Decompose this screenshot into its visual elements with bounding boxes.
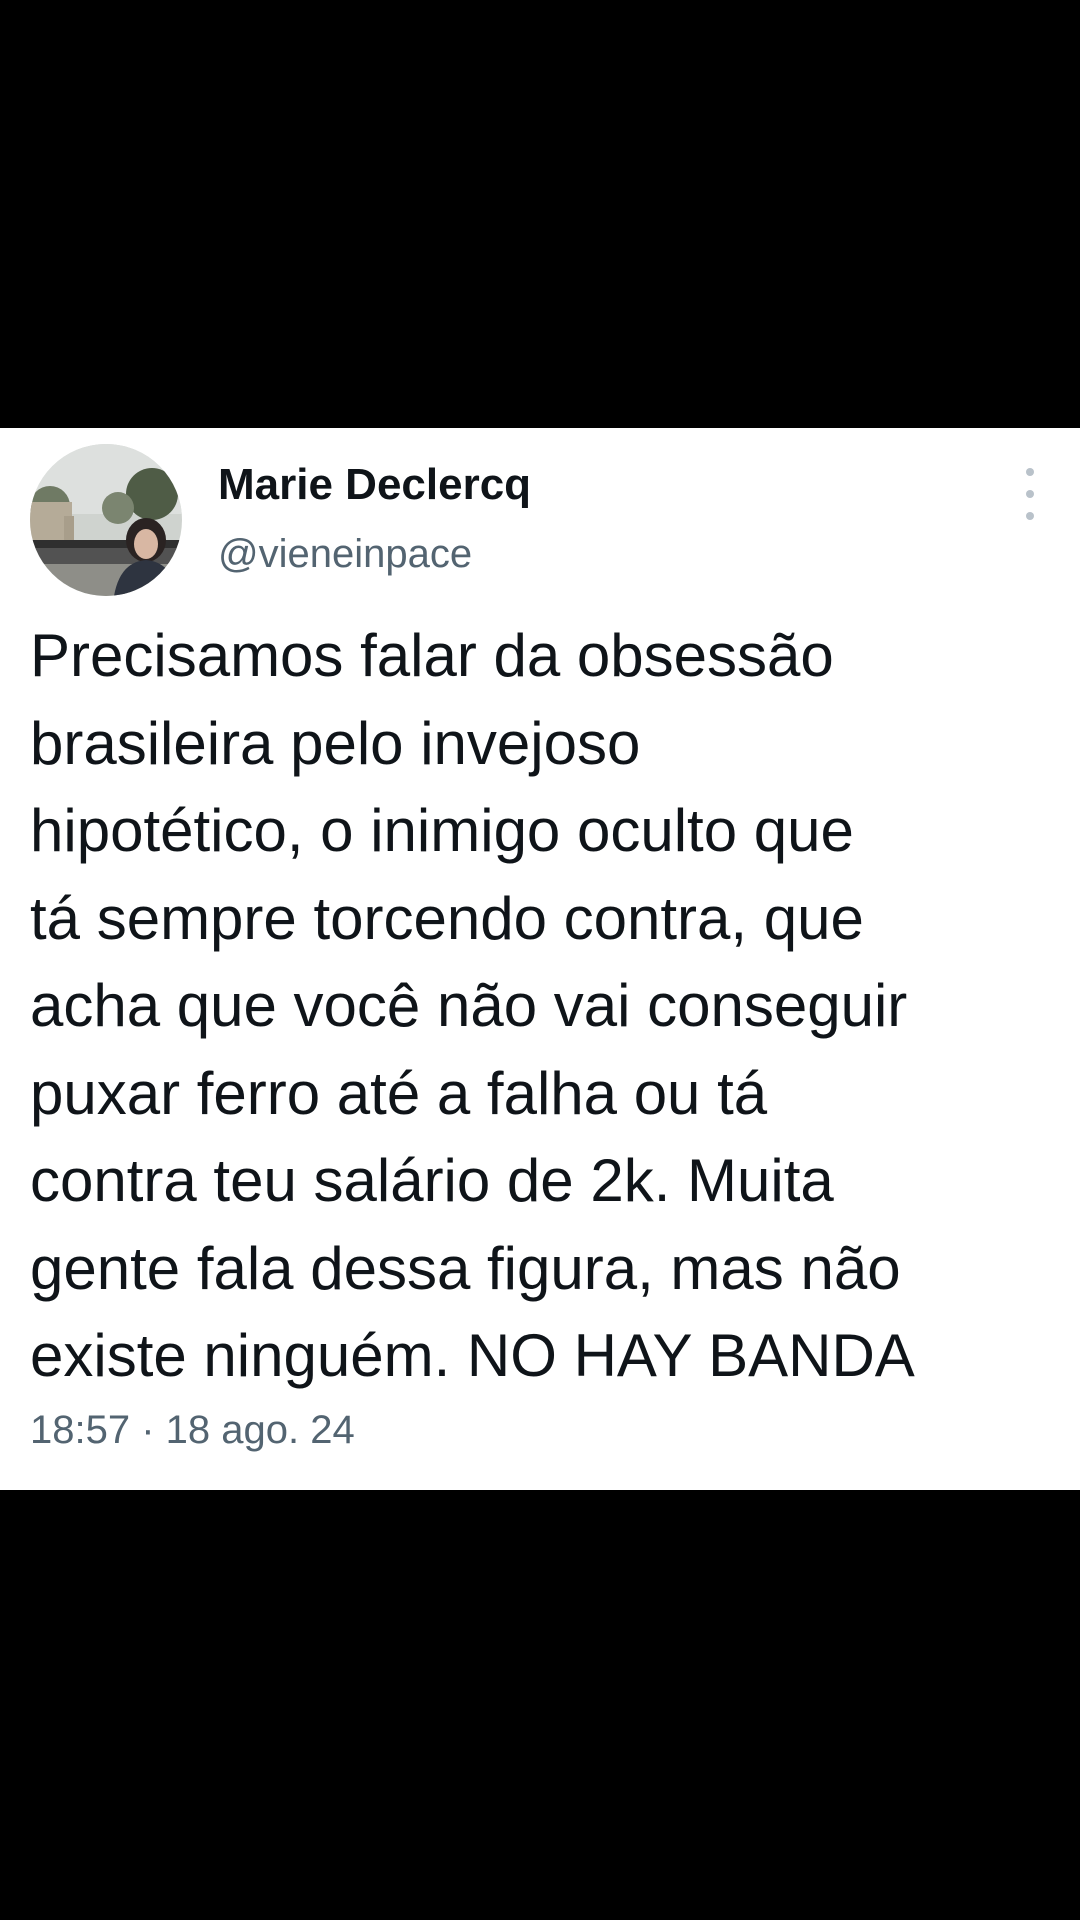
- tweet-text-line: Precisamos falar da obsessão: [30, 622, 834, 689]
- screen: Marie Declercq @vieneinpace Precisamos f…: [0, 0, 1080, 1920]
- author-display-name[interactable]: Marie Declercq: [218, 460, 531, 510]
- tweet-text-line: existe ninguém. NO HAY BANDA: [30, 1322, 915, 1389]
- tweet-text-line: tá sempre torcendo contra, que: [30, 884, 864, 952]
- more-options-button[interactable]: [1008, 468, 1052, 520]
- tweet-timestamp[interactable]: 18:57 · 18 ago. 24: [30, 1408, 355, 1453]
- tweet-text-line: gente fala dessa figura, mas não: [30, 1234, 901, 1302]
- author-handle[interactable]: @vieneinpace: [218, 532, 472, 577]
- tweet-text: Precisamos falar da obsessão brasileira …: [30, 612, 1060, 1400]
- more-vertical-icon-dot: [1026, 512, 1034, 520]
- tweet-text-line: hipotético, o inimigo oculto que: [30, 797, 854, 864]
- tweet-text-line: acha que você não vai conseguir: [30, 972, 908, 1039]
- user-photo-avatar-icon: [30, 444, 182, 596]
- tweet-card[interactable]: Marie Declercq @vieneinpace Precisamos f…: [0, 428, 1080, 1490]
- tweet-text-line: puxar ferro até a falha ou tá: [30, 1059, 768, 1127]
- more-vertical-icon: [1026, 468, 1034, 476]
- avatar[interactable]: [30, 444, 182, 596]
- more-vertical-icon-dot: [1026, 490, 1034, 498]
- tweet-text-line: brasileira pelo invejoso: [30, 709, 641, 777]
- tweet-text-line: contra teu salário de 2k. Muita: [30, 1147, 834, 1214]
